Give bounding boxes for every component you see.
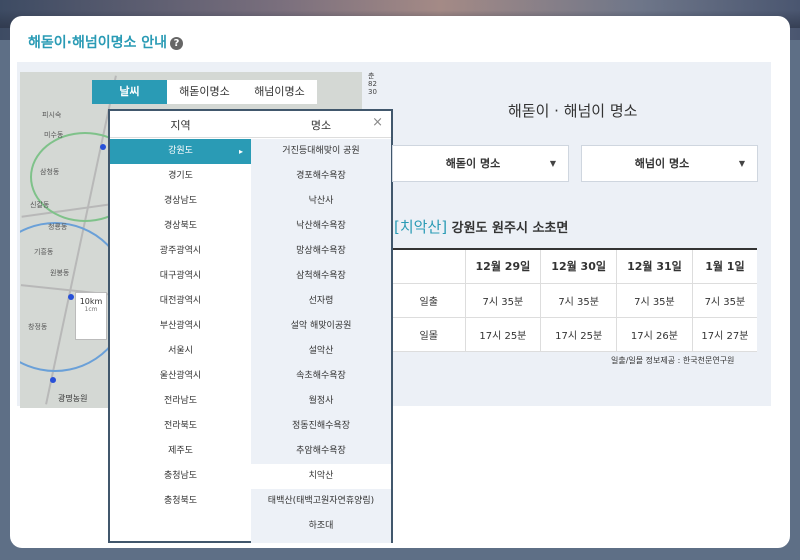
table-header-cell: 12월 30일	[540, 249, 617, 284]
table-header-cell: 1월 1일	[691, 249, 757, 284]
spot-picker-popup: 지역 명소 × 강원도경기도경상남도경상북도광주광역시대구광역시대전광역시부산광…	[108, 109, 393, 543]
sunrise-select-label: 해돋이 명소	[445, 157, 501, 170]
sunrise-spot-select[interactable]: 해돋이 명소 ▼	[392, 145, 569, 182]
region-item[interactable]: 경상남도	[110, 189, 251, 214]
table-cell: 17시 26분	[616, 317, 693, 352]
table-cell: 7시 35분	[540, 283, 617, 318]
popup-header: 지역 명소 ×	[110, 111, 391, 138]
map-place-label: 신갈동	[30, 201, 50, 209]
map-place-label: 피시숙	[42, 111, 62, 119]
place-item[interactable]: 설악산	[251, 339, 391, 364]
place-column-header: 명소	[310, 119, 332, 132]
location-address: 강원도 원주시 소초면	[451, 221, 569, 236]
table-header-cell: 12월 29일	[464, 249, 541, 284]
close-icon[interactable]: ×	[372, 115, 383, 130]
region-item[interactable]: 제주도	[110, 439, 251, 464]
map-place-label: 삼청동	[40, 168, 60, 176]
map-edge-line: 춘	[368, 72, 375, 80]
region-item[interactable]: 충청북도	[110, 489, 251, 514]
region-item[interactable]: 전라북도	[110, 414, 251, 439]
place-item[interactable]: 낙산해수욕장	[251, 214, 391, 239]
map-place-label: 기흥동	[34, 248, 54, 256]
region-item[interactable]: 충청남도	[110, 464, 251, 489]
place-item[interactable]: 망상해수욕장	[251, 239, 391, 264]
region-list: 강원도경기도경상남도경상북도광주광역시대구광역시대전광역시부산광역시서울시울산광…	[110, 139, 251, 514]
section-title: 해돋이·해넘이명소 안내?	[28, 32, 183, 52]
region-item[interactable]: 서울시	[110, 339, 251, 364]
region-column-header: 지역	[170, 119, 191, 132]
place-item[interactable]: 정동진해수욕장	[251, 414, 391, 439]
region-item[interactable]: 대전광역시	[110, 289, 251, 314]
table-row: 일몰 17시 25분 17시 25분 17시 26분 17시 27분	[393, 317, 757, 352]
table-cell: 7시 35분	[616, 283, 693, 318]
table-row: 일출 7시 35분 7시 35분 7시 35분 7시 35분	[393, 283, 757, 318]
place-item[interactable]: 속초해수욕장	[251, 364, 391, 389]
map-marker[interactable]	[68, 294, 74, 300]
region-item[interactable]: 경상북도	[110, 214, 251, 239]
place-item[interactable]: 선자령	[251, 289, 391, 314]
place-item[interactable]: 거진등대해맞이 공원	[251, 139, 391, 164]
location-name: [치악산]	[394, 218, 448, 236]
place-item[interactable]: 하조대	[251, 514, 391, 539]
table-cell: 7시 35분	[464, 283, 541, 318]
section-title-text: 해돋이·해넘이명소 안내	[28, 35, 167, 51]
tab-sunset-spots[interactable]: 해넘이명소	[242, 80, 317, 104]
tab-sunrise-spots[interactable]: 해돋이명소	[167, 80, 242, 104]
region-item[interactable]: 울산광역시	[110, 364, 251, 389]
help-icon[interactable]: ?	[170, 37, 183, 50]
info-title: 해돋이 · 해넘이 명소	[508, 102, 638, 120]
map-tabs: 날씨 해돋이명소 해넘이명소	[92, 80, 317, 104]
region-item[interactable]: 강원도	[110, 139, 251, 164]
place-item[interactable]: 삼척해수욕장	[251, 264, 391, 289]
place-list: 거진등대해맞이 공원 경포해수욕장 낙산사 낙산해수욕장 망상해수욕장 삼척해수욕장 선자령…	[251, 139, 391, 543]
region-item[interactable]: 부산광역시	[110, 314, 251, 339]
table-cell: 17시 25분	[464, 317, 541, 352]
chevron-down-icon: ▼	[738, 159, 745, 168]
place-item[interactable]: 낙산사	[251, 189, 391, 214]
tab-weather[interactable]: 날씨	[92, 80, 167, 104]
map-edge-line: 30	[368, 88, 377, 96]
map-marker[interactable]	[50, 377, 56, 383]
map-place-label: 미수동	[44, 131, 64, 139]
region-item[interactable]: 전라남도	[110, 389, 251, 414]
sunset-select-label: 해넘이 명소	[634, 157, 690, 170]
map-scale: 10​km 1cm	[75, 292, 107, 340]
place-item[interactable]: 추암해수욕장	[251, 439, 391, 464]
location-heading: [치악산] 강원도 원주시 소초면	[394, 216, 568, 237]
map-place-label: 청룡동	[48, 223, 68, 231]
map-scale-value: 10​km	[79, 297, 103, 306]
region-item[interactable]: 광주광역시	[110, 239, 251, 264]
sunset-spot-select[interactable]: 해넘이 명소 ▼	[581, 145, 758, 182]
region-item[interactable]: 대구광역시	[110, 264, 251, 289]
map-edge-line: 82	[368, 80, 377, 88]
place-item[interactable]: 경포해수욕장	[251, 164, 391, 189]
table-cell: 17시 25분	[540, 317, 617, 352]
place-item[interactable]: 치악산	[251, 464, 391, 489]
place-item[interactable]: 태백산(태백고원자연휴양림)	[251, 489, 391, 514]
map-place-label: 원봉동	[50, 269, 70, 277]
map-place-label: 창정동	[28, 323, 48, 331]
map-edge-text: 춘 82 30	[368, 72, 377, 96]
sun-times-table: 12월 29일 12월 30일 12월 31일 1월 1일 일출 7시 35분 …	[393, 248, 757, 352]
table-header-cell	[393, 249, 465, 284]
table-cell: 17시 27분	[691, 317, 757, 352]
row-label: 일출	[393, 283, 465, 318]
place-item[interactable]: 설악 해맞이공원	[251, 314, 391, 339]
table-cell: 7시 35분	[691, 283, 757, 318]
map-corner-label: 광명농원	[58, 394, 88, 403]
place-item[interactable]: 월정사	[251, 389, 391, 414]
region-item[interactable]: 경기도	[110, 164, 251, 189]
data-source-note: 일출/일몰 정보제공 : 한국천문연구원	[611, 356, 735, 365]
table-header-cell: 12월 31일	[616, 249, 693, 284]
row-label: 일몰	[393, 317, 465, 352]
table-header-row: 12월 29일 12월 30일 12월 31일 1월 1일	[393, 249, 757, 284]
chevron-down-icon: ▼	[549, 159, 556, 168]
map-scale-sub: 1cm	[84, 306, 98, 313]
map-marker[interactable]	[100, 144, 106, 150]
